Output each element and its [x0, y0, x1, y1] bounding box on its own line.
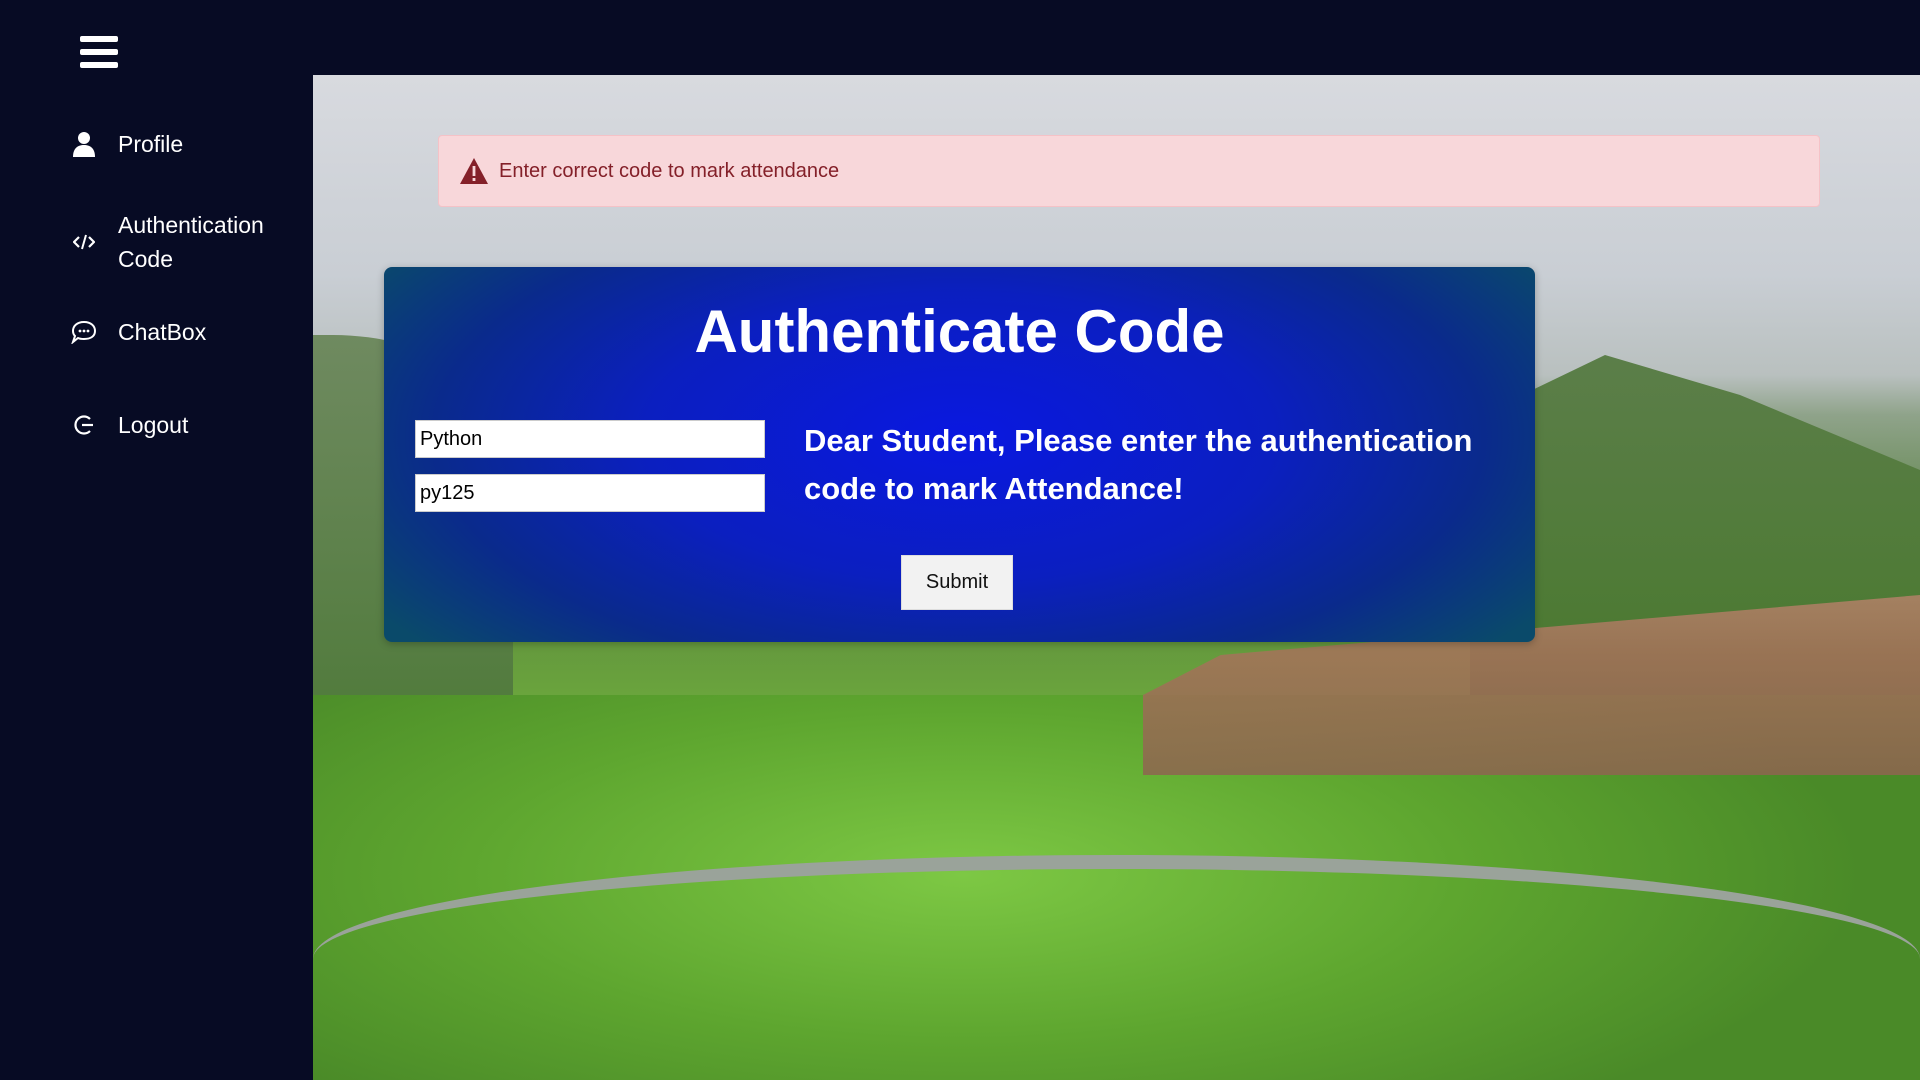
- code-icon: [70, 228, 98, 256]
- course-input[interactable]: [415, 420, 765, 458]
- alert-message: Enter correct code to mark attendance: [499, 159, 840, 182]
- hamburger-menu-icon[interactable]: [80, 36, 120, 70]
- chat-bubble-icon: [70, 318, 98, 346]
- background-campus-road: [313, 855, 1920, 1080]
- main-content: Enter correct code to mark attendance Au…: [313, 75, 1920, 1080]
- logout-icon: [70, 411, 98, 439]
- authenticate-code-card: Authenticate Code Dear Student, Please e…: [384, 267, 1535, 642]
- sidebar-item-profile[interactable]: Profile: [70, 127, 183, 161]
- sidebar-item-label: ChatBox: [118, 319, 207, 345]
- card-title: Authenticate Code: [694, 298, 1225, 365]
- sidebar-item-logout[interactable]: Logout: [70, 408, 188, 442]
- sidebar-item-label: Logout: [118, 412, 189, 438]
- top-bar: [0, 0, 1920, 75]
- sidebar-item-label: Authentication Code: [118, 212, 264, 272]
- authentication-code-input[interactable]: [415, 474, 765, 512]
- sidebar-item-authentication-code[interactable]: Authentication Code: [70, 208, 290, 276]
- sidebar-item-label: Profile: [118, 131, 184, 157]
- user-icon: [70, 130, 98, 158]
- sidebar-item-chatbox[interactable]: ChatBox: [70, 315, 206, 349]
- error-alert: Enter correct code to mark attendance: [438, 135, 1820, 207]
- submit-button[interactable]: Submit: [901, 555, 1013, 610]
- warning-triangle-icon: [459, 157, 489, 185]
- sidebar: Profile Authentication Code ChatBox Logo…: [0, 75, 313, 1080]
- instruction-message: Dear Student, Please enter the authentic…: [804, 423, 1473, 506]
